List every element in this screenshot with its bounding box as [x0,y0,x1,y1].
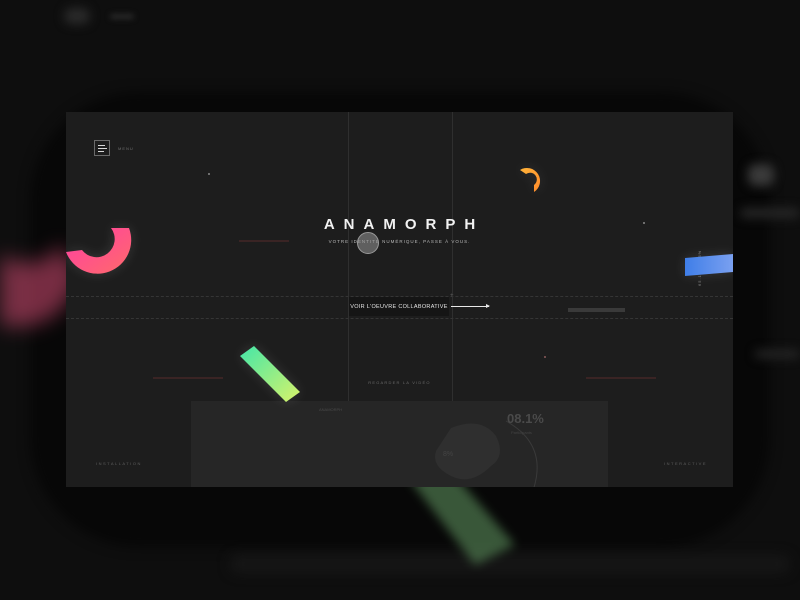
background-blur-bar [740,208,800,218]
brand-title: ANAMORPH [323,216,485,233]
background-blur-dash [110,14,134,19]
cursor-icon [357,232,379,254]
preview-percent: 8% [443,451,454,458]
pink-ring-shape [66,228,132,274]
red-dash [586,377,656,379]
map-silhouette [435,420,538,487]
grid-line [66,318,733,319]
green-bar-shape [240,346,300,402]
interactive-label: INTERACTIVE [664,461,707,466]
menu-label[interactable]: MENU [118,146,134,151]
video-preview-panel[interactable]: ANAMORPH 08.1% Participants 8% [191,401,608,487]
brand-subtitle: VOTRE IDENTITÉ NUMÉRIQUE, PASSE À VOUS. [328,239,471,244]
menu-button[interactable] [94,140,110,156]
star-dot [544,356,546,358]
site-screen: + MENU ANAMORPH VOTRE IDENTITÉ NUMÉRIQUE… [66,112,733,487]
preview-small-label: ANAMORPH [319,407,343,412]
watch-video-link[interactable]: REGARDER LA VIDÉO [66,380,733,385]
progress-bar [568,308,625,312]
installation-label: INSTALLATION [96,461,142,466]
orange-arc-shape [520,167,541,192]
background-blur-icon [748,164,774,186]
blue-bar-shape [685,254,733,276]
background-blur-dot [64,8,90,24]
preview-value: 08.1% [507,411,544,426]
arrow-right-icon[interactable] [451,304,490,308]
star-dot [208,173,210,175]
preview-caption: Participants [511,430,532,435]
red-dash [153,377,223,379]
background-blur-bar [755,350,800,358]
view-collaborative-work-button[interactable]: VOIR L'OEUVRE COLLABORATIVE [349,297,449,316]
crosshair-icon: + [450,293,454,299]
